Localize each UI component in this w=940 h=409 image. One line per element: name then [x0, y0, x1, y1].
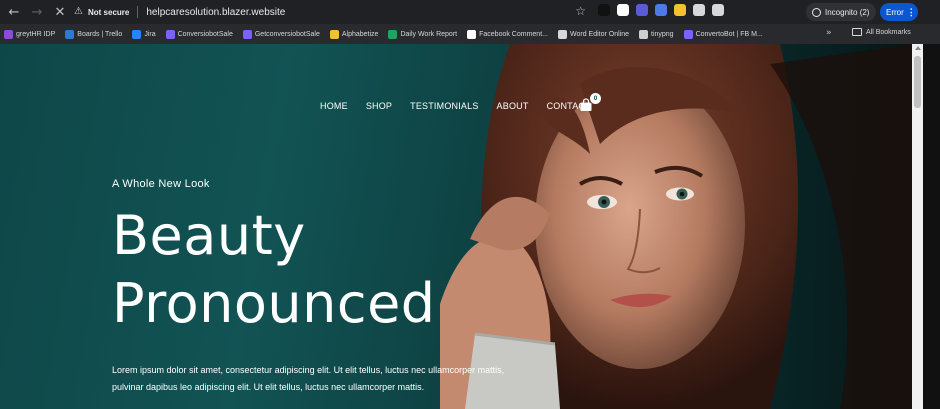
nav-link-testimonials[interactable]: TESTIMONIALS — [410, 101, 478, 111]
bookmark-favicon-icon — [4, 29, 13, 39]
main-navigation: HOME SHOP TESTIMONIALS ABOUT CONTACT — [320, 101, 591, 111]
description-line-1: Lorem ipsum dolor sit amet, consectetur … — [112, 365, 505, 375]
profile-error-button[interactable]: Error ⋮ — [880, 3, 918, 21]
bookmark-item[interactable]: greytHR IDP — [4, 29, 56, 39]
bookmark-favicon-icon — [639, 29, 648, 39]
bookmark-label: Jira — [144, 30, 156, 38]
extensions-row — [598, 4, 724, 16]
hero-description: Lorem ipsum dolor sit amet, consectetur … — [112, 362, 552, 396]
bookmarks-overflow-icon[interactable]: » — [826, 28, 832, 38]
bookmark-favicon-icon — [467, 29, 477, 39]
all-bookmarks-label: All Bookmarks — [866, 28, 911, 36]
bookmark-favicon-icon — [329, 29, 339, 39]
hero-headline: Beauty Pronounced — [112, 202, 436, 338]
extension-icon[interactable] — [636, 4, 648, 16]
error-label: Error — [886, 7, 904, 17]
extension-icon[interactable] — [655, 4, 667, 16]
incognito-icon — [812, 7, 821, 17]
kebab-menu-icon[interactable]: ⋮ — [907, 7, 916, 18]
bookmark-item[interactable]: ConvertoBot | FB M... — [683, 29, 763, 39]
bookmark-favicon-icon — [65, 29, 75, 39]
bookmark-item[interactable]: ConversiobotSale — [165, 29, 233, 39]
bookmark-star-icon[interactable]: ☆ — [575, 4, 586, 18]
bookmark-label: tinypng — [651, 30, 674, 38]
extension-icon[interactable] — [674, 4, 686, 16]
incognito-button[interactable]: Incognito (2) — [806, 3, 876, 21]
bookmark-favicon-icon — [557, 29, 567, 39]
all-bookmarks-button[interactable]: All Bookmarks — [852, 28, 911, 36]
hero-section: HOME SHOP TESTIMONIALS ABOUT CONTACT 0 A Who… — [0, 44, 912, 409]
bookmark-item[interactable]: Boards | Trello — [65, 29, 123, 39]
incognito-label: Incognito (2) — [825, 7, 870, 17]
bookmark-item[interactable]: Facebook Comment... — [467, 29, 548, 39]
bookmark-label: ConvertoBot | FB M... — [695, 30, 763, 38]
back-arrow-icon[interactable]: ← — [5, 3, 23, 21]
cart-count-badge: 0 — [590, 93, 601, 104]
address-bar[interactable]: ⚠ Not secure helpcaresolution.blazer.web… — [66, 1, 586, 23]
description-line-2: pulvinar dapibus leo adipiscing elit. Ut… — [112, 382, 425, 392]
hero-eyebrow: A Whole New Look — [112, 178, 210, 190]
bookmark-label: ConversiobotSale — [177, 30, 233, 38]
omnibox-divider — [137, 6, 139, 18]
headline-line-2: Pronounced — [112, 272, 436, 335]
url-text[interactable]: helpcaresolution.blazer.website — [146, 7, 285, 18]
browser-toolbar: ← → ✕ ⚠ Not secure helpcaresolution.blaz… — [0, 0, 940, 24]
bookmark-favicon-icon — [242, 29, 252, 39]
bookmark-label: Boards | Trello — [77, 30, 123, 38]
bookmark-label: Word Editor Online — [569, 30, 629, 38]
extension-icon[interactable] — [693, 4, 705, 16]
warning-icon: ⚠ — [74, 6, 83, 17]
bookmark-favicon-icon — [683, 29, 693, 39]
bookmark-favicon-icon — [132, 29, 142, 39]
bookmark-item[interactable]: GetconversiobotSale — [242, 29, 320, 39]
window-edge — [923, 44, 940, 409]
bookmark-favicon-icon — [388, 29, 398, 39]
bookmark-label: Facebook Comment... — [479, 30, 548, 38]
bookmark-label: Daily Work Report — [400, 30, 458, 38]
bookmark-item[interactable]: Daily Work Report — [388, 29, 458, 39]
extension-icon[interactable] — [598, 4, 610, 16]
headline-line-1: Beauty — [112, 204, 306, 267]
bookmark-label: GetconversiobotSale — [254, 30, 320, 38]
page-scrollbar[interactable] — [912, 44, 923, 409]
bookmark-item[interactable]: Jira — [132, 29, 156, 39]
nav-link-home[interactable]: HOME — [320, 101, 348, 111]
folder-icon — [852, 28, 862, 36]
extension-icon[interactable] — [712, 4, 724, 16]
bookmark-item[interactable]: tinypng — [639, 29, 674, 39]
bookmark-favicon-icon — [165, 29, 175, 39]
forward-arrow-icon[interactable]: → — [28, 3, 46, 21]
browser-window: ← → ✕ ⚠ Not secure helpcaresolution.blaz… — [0, 0, 940, 409]
nav-link-shop[interactable]: SHOP — [366, 101, 392, 111]
bookmark-label: greytHR IDP — [16, 30, 56, 38]
scroll-up-arrow-icon[interactable] — [915, 46, 921, 50]
bookmark-item[interactable]: Alphabetize — [329, 29, 379, 39]
extension-icon[interactable] — [617, 4, 629, 16]
bookmarks-bar: greytHR IDP Boards | Trello Jira Conversiob… — [0, 24, 940, 44]
scroll-thumb[interactable] — [914, 56, 921, 108]
nav-link-about[interactable]: ABOUT — [497, 101, 529, 111]
bookmark-label: Alphabetize — [341, 30, 379, 38]
not-secure-label[interactable]: Not secure — [88, 8, 129, 17]
hero-model-photo — [440, 44, 912, 409]
bookmark-item[interactable]: Word Editor Online — [557, 29, 629, 39]
